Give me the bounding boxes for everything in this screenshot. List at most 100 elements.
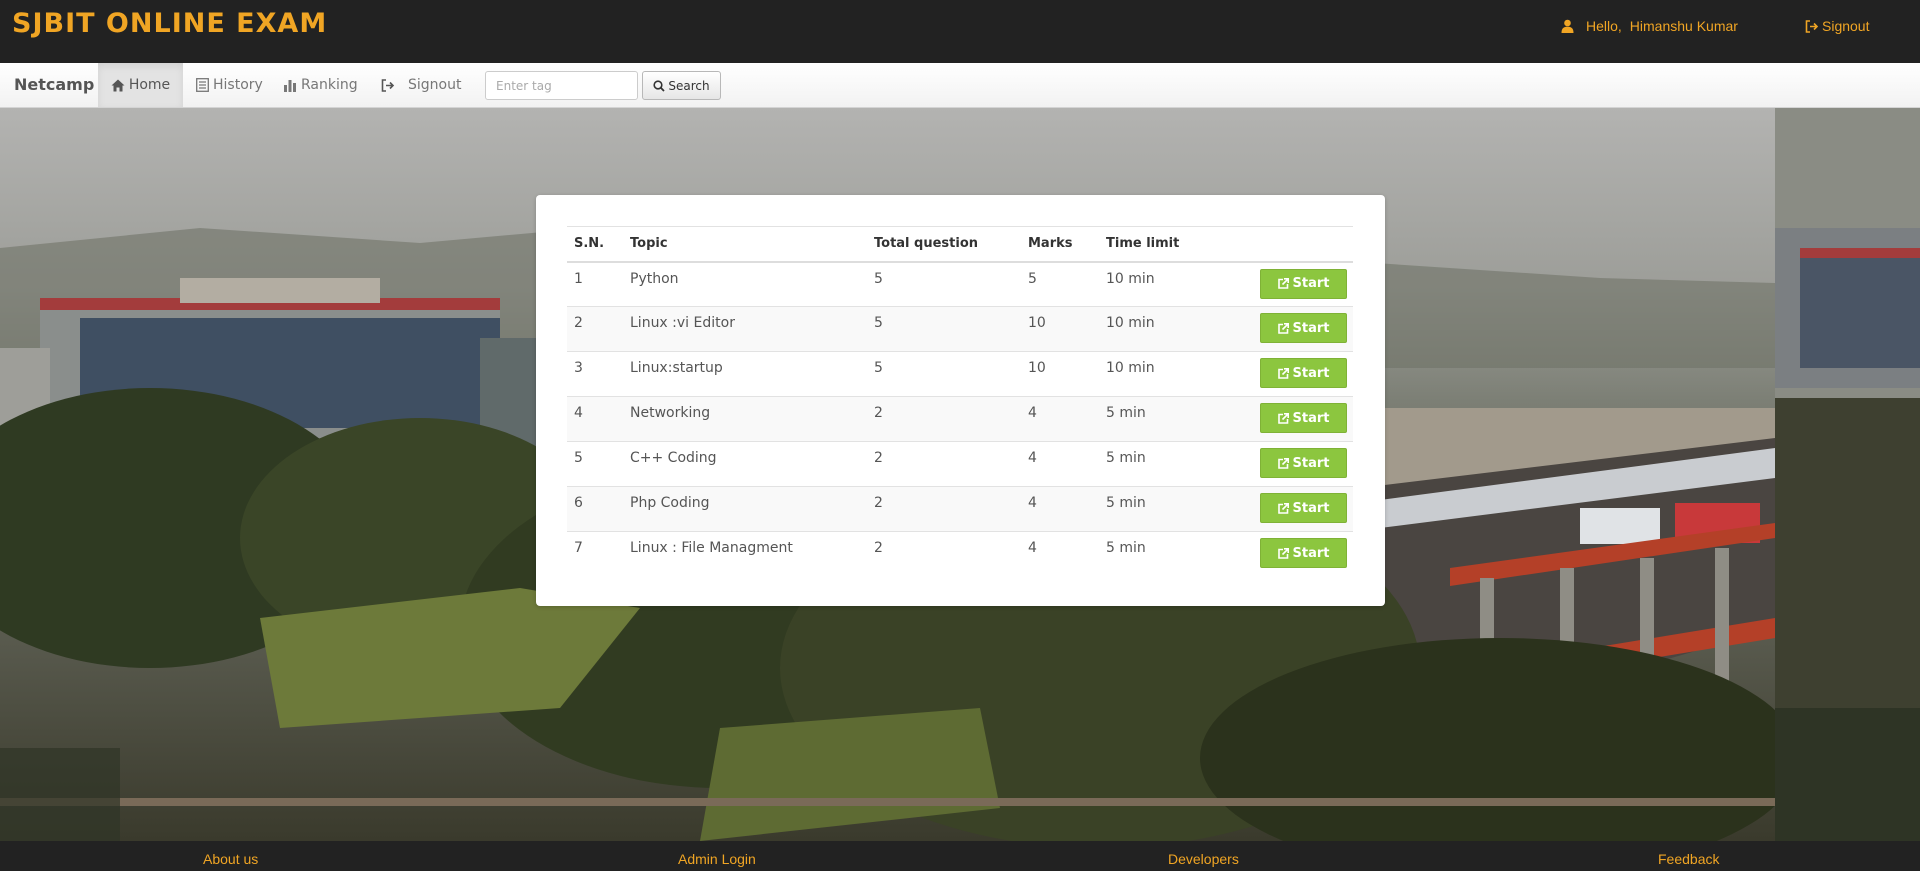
cell-action: Start [1239,486,1353,532]
search-icon [653,79,666,92]
nav-item-history-label: History [213,77,263,93]
cell-topic: Networking [623,396,867,442]
cell-sn: 7 [567,531,623,577]
cell-time-limit: 5 min [1099,396,1239,442]
navbar-brand[interactable]: Netcamp [14,75,94,94]
cell-action: Start [1239,396,1353,442]
nav-item-home[interactable]: Home [98,63,183,107]
table-row: 2 Linux :vi Editor 5 10 10 min Start [567,306,1353,352]
cell-total-question: 5 [867,261,1021,307]
search-button[interactable]: Search [642,71,721,100]
footer-link-admin-login[interactable]: Admin Login [678,851,756,867]
site-title: SJBIT ONLINE EXAM [12,8,328,39]
footer-link-feedback[interactable]: Feedback [1658,851,1719,867]
start-exam-button[interactable]: Start [1260,268,1347,299]
top-header: SJBIT ONLINE EXAM Hello, Himanshu Kumar … [0,0,1920,62]
cell-total-question: 2 [867,486,1021,532]
cell-time-limit: 10 min [1099,351,1239,397]
cell-topic: Php Coding [623,486,867,532]
tag-search-input[interactable] [485,71,638,100]
cell-topic: Linux : File Managment [623,531,867,577]
signout-icon [381,78,395,92]
cell-time-limit: 10 min [1099,306,1239,352]
cell-action: Start [1239,531,1353,577]
cell-total-question: 2 [867,396,1021,442]
start-exam-button[interactable]: Start [1260,358,1347,388]
table-row: 5 C++ Coding 2 4 5 min Start [567,441,1353,487]
external-link-icon [1277,367,1289,379]
start-exam-button[interactable]: Start [1260,403,1347,433]
cell-action: Start [1239,441,1353,487]
bar-chart-icon [284,79,296,92]
home-icon [111,79,125,91]
cell-marks: 4 [1021,396,1099,442]
start-button-label: Start [1292,500,1330,516]
exam-table: S.N. Topic Total question Marks Time lim… [567,226,1353,577]
cell-time-limit: 5 min [1099,441,1239,487]
cell-action: Start [1239,261,1353,307]
cell-action: Start [1239,306,1353,352]
column-header-topic: Topic [623,226,867,263]
user-greeting: Hello, Himanshu Kumar [1561,18,1738,34]
navbar: Netcamp Home History Ranking Signout Sea… [0,63,1920,108]
table-header-row: S.N. Topic Total question Marks Time lim… [567,226,1353,263]
cell-sn: 3 [567,351,623,397]
cell-marks: 10 [1021,351,1099,397]
start-exam-button[interactable]: Start [1260,493,1347,523]
external-link-icon [1277,322,1289,334]
cell-action: Start [1239,351,1353,397]
user-name: Himanshu Kumar [1629,18,1738,34]
signout-icon [1805,19,1819,33]
cell-topic: Python [623,261,867,307]
column-header-time-limit: Time limit [1099,226,1239,263]
table-row: 4 Networking 2 4 5 min Start [567,396,1353,442]
exam-list-panel: S.N. Topic Total question Marks Time lim… [536,195,1385,606]
search-button-label: Search [668,78,710,93]
cell-sn: 5 [567,441,623,487]
start-exam-button[interactable]: Start [1260,448,1347,478]
cell-sn: 4 [567,396,623,442]
header-signout-label: Signout [1822,18,1870,34]
column-header-sn: S.N. [567,226,623,263]
footer-link-developers[interactable]: Developers [1168,851,1239,867]
start-button-label: Start [1292,410,1330,426]
cell-time-limit: 5 min [1099,486,1239,532]
nav-item-signout[interactable]: Signout [381,63,461,107]
nav-item-home-label: Home [128,77,171,93]
cell-marks: 4 [1021,486,1099,532]
user-icon [1561,19,1574,33]
hello-label: Hello, [1586,18,1622,34]
start-button-label: Start [1292,455,1330,471]
cell-total-question: 2 [867,531,1021,577]
cell-total-question: 5 [867,306,1021,352]
cell-time-limit: 10 min [1099,261,1239,307]
external-link-icon [1277,547,1289,559]
external-link-icon [1277,278,1289,289]
nav-item-history[interactable]: History [196,63,263,107]
start-exam-button[interactable]: Start [1260,313,1347,343]
cell-marks: 4 [1021,441,1099,487]
cell-topic: Linux :vi Editor [623,306,867,352]
nav-item-ranking[interactable]: Ranking [283,63,358,107]
start-button-label: Start [1292,320,1330,336]
cell-sn: 2 [567,306,623,352]
start-button-label: Start [1292,545,1330,561]
table-row: 3 Linux:startup 5 10 10 min Start [567,351,1353,397]
external-link-icon [1277,457,1289,469]
cell-marks: 10 [1021,306,1099,352]
external-link-icon [1277,502,1289,514]
start-button-label: Start [1292,276,1330,291]
header-signout-link[interactable]: Signout [1805,18,1869,34]
start-button-label: Start [1292,365,1330,381]
cell-time-limit: 5 min [1099,531,1239,577]
nav-item-ranking-label: Ranking [301,77,358,93]
start-exam-button[interactable]: Start [1260,538,1347,568]
column-header-action [1239,226,1353,263]
footer: About us Admin Login Developers Feedback [0,841,1920,871]
table-row: 6 Php Coding 2 4 5 min Start [567,486,1353,532]
cell-marks: 5 [1021,261,1099,307]
column-header-marks: Marks [1021,226,1099,263]
nav-item-signout-label: Signout [408,77,462,93]
cell-topic: C++ Coding [623,441,867,487]
footer-link-about-us[interactable]: About us [203,851,258,867]
